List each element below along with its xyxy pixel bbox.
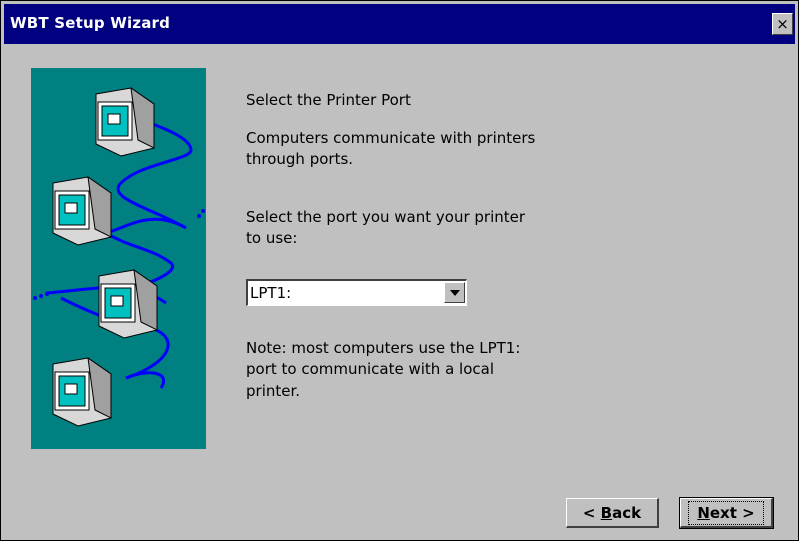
title-bar: WBT Setup Wizard × — [4, 4, 795, 44]
description-line-2: through ports. — [246, 150, 354, 168]
back-button-label: < Back — [582, 503, 642, 522]
prompt-line-1: Select the port you want your printer — [246, 208, 526, 226]
note-line-1: Note: most computers use the LPT1: — [246, 339, 521, 357]
next-button-label: Next > — [688, 500, 764, 525]
computer-icon — [52, 175, 112, 246]
window-title: WBT Setup Wizard — [10, 14, 171, 32]
computer-icon — [52, 356, 112, 427]
back-button[interactable]: < Back — [566, 498, 659, 528]
computer-icon — [95, 86, 155, 157]
page-heading: Select the Printer Port — [246, 91, 411, 109]
port-select-value: LPT1: — [250, 284, 292, 302]
computer-icon — [98, 268, 158, 339]
note-line-2: port to communicate with a local — [246, 360, 494, 378]
close-button[interactable]: × — [772, 13, 793, 35]
note-line-3: printer. — [246, 382, 301, 400]
dropdown-arrow-icon[interactable] — [444, 282, 465, 303]
prompt-line-2: to use: — [246, 229, 298, 247]
setup-wizard-window: WBT Setup Wizard × Select the Printer Po… — [0, 0, 799, 541]
description-line-1: Computers communicate with printers — [246, 129, 536, 147]
next-button[interactable]: Next > — [679, 497, 774, 529]
port-select[interactable]: LPT1: — [246, 279, 467, 306]
close-icon: × — [776, 14, 789, 33]
network-illustration — [31, 68, 206, 449]
